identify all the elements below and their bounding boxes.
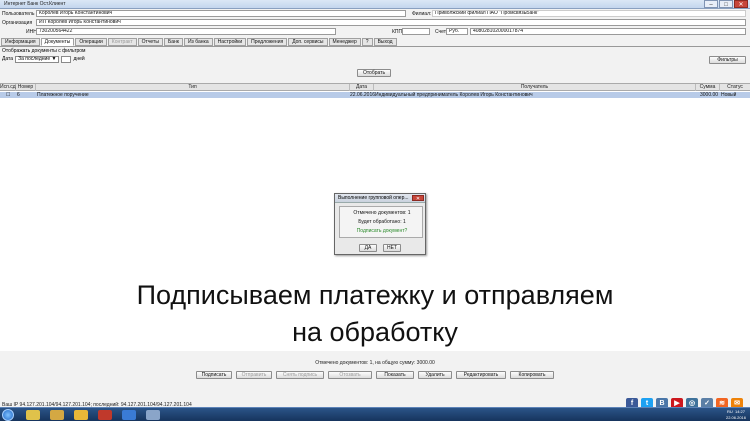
send-button[interactable]: Отправить <box>236 371 272 379</box>
ie-icon[interactable] <box>122 410 136 420</box>
tab-reports[interactable]: Отчеты <box>137 38 163 46</box>
dialog-yes-button[interactable]: ДА <box>359 244 377 252</box>
col-amount[interactable]: Сумма <box>696 84 720 91</box>
row-checkbox[interactable]: ☐ <box>6 92 10 98</box>
dialog-question: Подписать документ? <box>356 228 408 234</box>
date-filter: Дата За последние ▼ дней <box>2 55 85 63</box>
filter-caption: Отображать документы с фильтром <box>2 48 86 54</box>
tab-settings[interactable]: Настройки <box>213 38 247 46</box>
start-button[interactable] <box>2 409 14 421</box>
col-recipient[interactable]: Получатель <box>374 84 696 91</box>
dialog-no-button[interactable]: НЕТ <box>383 244 401 252</box>
row-number: 6 <box>17 92 20 98</box>
col-type[interactable]: Тип <box>36 84 350 91</box>
branch-field: Приволжский филиал ПАО "ПромсвязьБанк" <box>432 10 746 17</box>
kpp-label: КПП <box>392 29 403 35</box>
user-field: Королев Игорь Константинович <box>36 10 406 17</box>
caption-overlay: Подписываем платежку и отправляем на обр… <box>0 277 750 351</box>
table-header: Исп.сд Номер Тип Дата Получатель Сумма С… <box>0 84 750 91</box>
copy-button[interactable]: Копировать <box>510 371 554 379</box>
confirm-dialog: Выполнение групповой опер... ✕ Отмечено … <box>334 193 426 255</box>
tab-offers[interactable]: Предложения <box>247 38 288 46</box>
tab-from-bank[interactable]: Из банка <box>183 38 213 46</box>
row-date: 22.06.2016 <box>350 92 376 98</box>
table-row[interactable]: ☐ 6 Платежное поручение 22.06.2016 Индив… <box>0 92 750 98</box>
caption-line-1: Подписываем платежку и отправляем <box>136 280 614 310</box>
kpp-field <box>402 28 430 35</box>
yandex-browser-icon[interactable] <box>74 410 88 420</box>
branch-label: Филиал: <box>412 11 432 17</box>
row-recipient: Индивидуальный предприниматель Королев И… <box>375 92 533 98</box>
inn-row: ИНН 730200564422 КПП Счет Руб. 408028102… <box>0 27 750 36</box>
col-signed[interactable]: Исп.сд <box>0 84 16 91</box>
window-title: Интернет Банк Ост.Клиент <box>4 1 66 7</box>
account-select[interactable]: 40802810200001787​4 <box>470 28 746 35</box>
selection-status: Отмечено документов: 1, на общую сумму: … <box>315 360 435 366</box>
account-label: Счет <box>435 29 447 35</box>
filters-button[interactable]: Фильтры <box>709 56 746 64</box>
opera-icon[interactable] <box>98 410 112 420</box>
folder-icon[interactable] <box>50 410 64 420</box>
org-label: Организация <box>2 20 33 26</box>
tab-info[interactable]: Информация <box>1 38 40 46</box>
sign-button[interactable]: Подписать <box>196 371 232 379</box>
row-type: Платежное поручение <box>37 92 89 98</box>
org-field: ИП Королев Игорь Константинович <box>36 19 746 26</box>
bank-app-icon[interactable] <box>146 410 160 420</box>
tab-contract[interactable]: Контракт <box>107 38 137 46</box>
tab-operations[interactable]: Операции <box>75 38 107 46</box>
main-tabs: Информация Документы Операции Контракт О… <box>0 38 750 47</box>
org-row: Организация ИП Королев Игорь Константино… <box>0 18 750 27</box>
row-status: Новый <box>721 92 737 98</box>
dialog-process-count: Будет обработано: 1 <box>358 219 406 225</box>
dialog-titlebar[interactable]: Выполнение групповой опер... ✕ <box>335 194 425 203</box>
inn-field: 730200564422 <box>36 28 336 35</box>
close-button[interactable]: ✕ <box>734 0 748 8</box>
tab-extra-services[interactable]: Доп. сервисы <box>288 38 328 46</box>
user-label: Пользователь <box>2 11 35 17</box>
days-label: дней <box>73 56 85 62</box>
tab-help[interactable]: ? <box>361 38 373 46</box>
action-bar: Подписать Отправить Снять подпись Отозва… <box>0 371 750 380</box>
app-window: Пользователь Королев Игорь Константинови… <box>0 9 750 410</box>
date-label: Дата <box>2 56 14 62</box>
currency-select[interactable]: Руб. <box>446 28 468 35</box>
delete-button[interactable]: Удалить <box>418 371 452 379</box>
dialog-body: Отмечено документов: 1 Будет обработано:… <box>339 206 423 238</box>
tab-bank[interactable]: Банк <box>163 38 183 46</box>
col-date[interactable]: Дата <box>350 84 374 91</box>
minimize-button[interactable]: – <box>704 0 718 8</box>
period-value: За последние <box>18 55 51 62</box>
clock-time: 14:27 <box>734 409 745 414</box>
yandex-icon[interactable] <box>26 410 40 420</box>
caption-line-2: на обработку <box>292 317 458 347</box>
col-number[interactable]: Номер <box>16 84 36 91</box>
row-amount: 3000.00 <box>700 92 719 98</box>
maximize-button[interactable]: □ <box>719 0 733 8</box>
system-tray[interactable]: RU 14:27 22.06.2016 <box>726 409 746 421</box>
col-status[interactable]: Статус <box>720 84 750 91</box>
dialog-title: Выполнение групповой опер... <box>338 195 409 201</box>
clock-date: 22.06.2016 <box>725 415 746 420</box>
window-titlebar[interactable]: Интернет Банк Ост.Клиент – □ ✕ <box>0 0 750 9</box>
view-button[interactable]: Показать <box>376 371 414 379</box>
chevron-down-icon: ▼ <box>51 55 57 62</box>
tab-exit[interactable]: Выход <box>373 38 397 46</box>
tab-documents[interactable]: Документы <box>40 38 75 46</box>
show-button[interactable]: Отобрать <box>357 69 391 77</box>
dialog-close-icon[interactable]: ✕ <box>412 195 424 202</box>
remove-signature-button[interactable]: Снять подпись <box>276 371 324 379</box>
period-select[interactable]: За последние ▼ <box>15 55 60 63</box>
language-indicator[interactable]: RU <box>727 409 733 414</box>
recall-button[interactable]: Отозвать <box>328 371 372 379</box>
user-row: Пользователь Королев Игорь Константинови… <box>0 9 750 18</box>
tab-manager[interactable]: Менеджер <box>328 38 361 46</box>
days-input[interactable] <box>61 55 72 63</box>
edit-button[interactable]: Редактировать <box>456 371 506 379</box>
dialog-marked-count: Отмечено документов: 1 <box>353 210 411 216</box>
windows-taskbar: RU 14:27 22.06.2016 <box>0 407 750 421</box>
